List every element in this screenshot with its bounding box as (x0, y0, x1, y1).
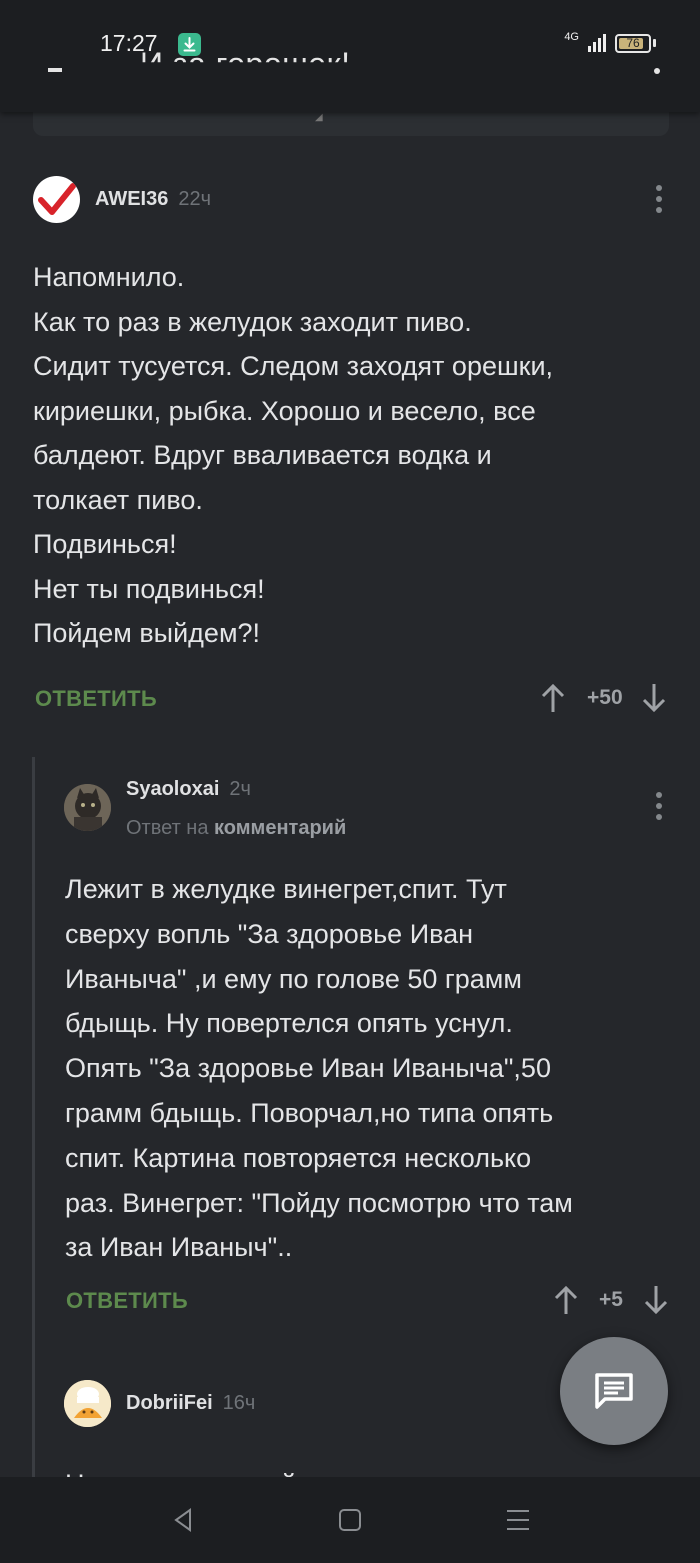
checkmark-icon (38, 183, 76, 215)
vote-controls: +50 (540, 682, 667, 714)
vote-controls: +5 (553, 1284, 669, 1316)
comment-time: 22ч (178, 188, 212, 210)
battery-percent: 76 (626, 35, 640, 50)
status-bar: И за горошек! 17:27 4G 76 (0, 0, 700, 112)
upvote-arrow-icon[interactable] (553, 1284, 579, 1316)
upvote-arrow-icon[interactable] (540, 682, 566, 714)
signal-icon (588, 34, 606, 52)
comment-text: Лежит в желудке винегрет,спит. Тут сверх… (65, 874, 573, 1263)
comment-time: 2ч (229, 778, 251, 800)
download-icon (178, 33, 201, 56)
comment-username[interactable]: DobriiFei (126, 1392, 213, 1415)
avatar[interactable] (33, 176, 80, 223)
comment-fab-button[interactable] (560, 1337, 668, 1445)
reply-button[interactable]: ОТВЕТИТЬ (66, 1288, 188, 1314)
post-title-partial: И за горошек! (140, 46, 351, 82)
network-label: 4G (564, 31, 579, 43)
reply-to-label: Ответ на комментарий (126, 817, 346, 840)
system-nav-bar (0, 1477, 700, 1563)
avatar[interactable] (64, 784, 111, 831)
menu-lines-icon[interactable] (503, 1505, 533, 1535)
comment-text-partial: Никогда не мешайте водку с пивом (65, 1462, 507, 1478)
previous-content-card: ◢ (33, 112, 669, 136)
chef-avatar-icon (64, 1380, 111, 1427)
comment-username[interactable]: Syaoloxai (126, 778, 219, 801)
avatar[interactable] (64, 1380, 111, 1427)
battery-tip (653, 39, 656, 47)
comment-icon (595, 1373, 633, 1409)
reply-to-link[interactable]: комментарий (214, 817, 346, 839)
header-menu-icon[interactable] (654, 68, 660, 74)
comment-header: AWEI36 22ч (33, 176, 211, 223)
comment-header: DobriiFei 16ч (64, 1380, 255, 1427)
vote-score: +50 (587, 686, 623, 709)
comment-more-icon[interactable] (655, 185, 663, 213)
card-arrow-icon: ◢ (315, 112, 323, 123)
back-triangle-icon[interactable] (168, 1505, 198, 1535)
home-square-icon[interactable] (335, 1505, 365, 1535)
comment-time: 16ч (222, 1392, 256, 1414)
back-arrow-icon[interactable] (48, 68, 62, 72)
battery-icon: 76 (615, 33, 651, 53)
downvote-arrow-icon[interactable] (643, 1284, 669, 1316)
reply-button[interactable]: ОТВЕТИТЬ (35, 686, 157, 712)
status-time: 17:27 (100, 30, 158, 56)
downvote-arrow-icon[interactable] (641, 682, 667, 714)
comment-username[interactable]: AWEI36 (95, 188, 168, 211)
reply-to-prefix: Ответ на (126, 817, 209, 839)
vote-score: +5 (599, 1288, 623, 1311)
cat-photo-icon (64, 784, 111, 831)
comment-more-icon[interactable] (655, 792, 663, 820)
comment-text: Напомнило. Как то раз в желудок заходит … (33, 262, 554, 648)
thread-line (32, 757, 35, 1487)
